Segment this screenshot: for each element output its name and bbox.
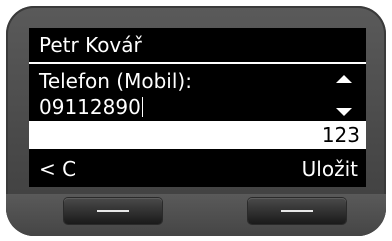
minus-icon	[97, 210, 129, 212]
phone-number-value: 09112890	[39, 95, 141, 119]
divider	[29, 62, 366, 64]
right-softkey-button[interactable]	[248, 198, 346, 224]
left-softkey-button[interactable]	[64, 198, 162, 224]
input-mode-indicator: 123	[29, 121, 366, 149]
scroll-up-icon[interactable]	[336, 75, 352, 83]
minus-icon	[281, 210, 313, 212]
phone-number-input[interactable]: 09112890	[29, 94, 366, 120]
softkey-bar: < C Uložit	[29, 154, 366, 186]
contact-name: Petr Kovář	[39, 33, 142, 57]
field-label: Telefon (Mobil):	[39, 69, 192, 93]
display-screen: Petr Kovář Telefon (Mobil): 09112890 123…	[29, 28, 366, 187]
scroll-down-icon[interactable]	[336, 108, 352, 116]
softkey-save[interactable]: Uložit	[302, 154, 358, 184]
text-cursor	[141, 97, 143, 117]
softkey-clear[interactable]: < C	[39, 154, 76, 184]
